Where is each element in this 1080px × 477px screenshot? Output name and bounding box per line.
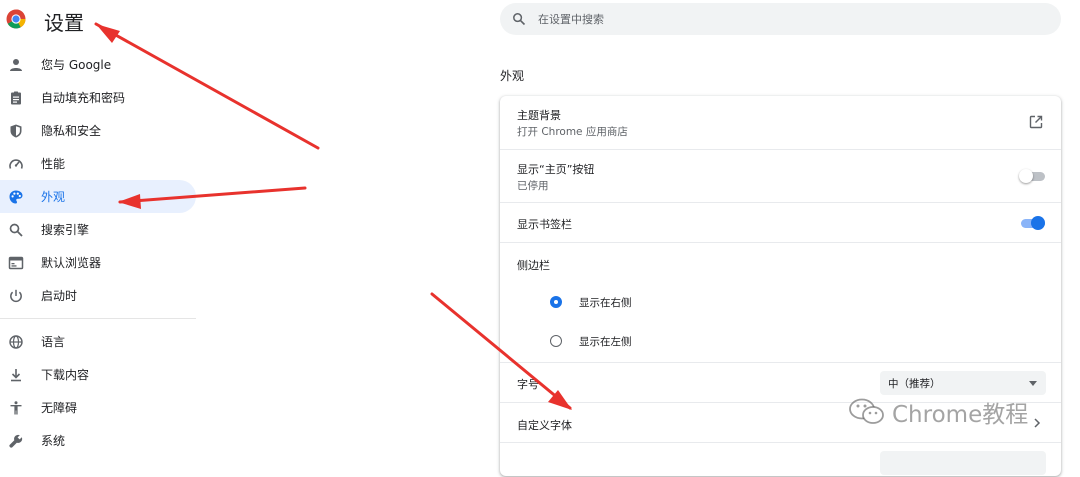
search-bar xyxy=(500,3,1061,35)
font-size-row: 字号 中（推荐） xyxy=(500,362,1061,403)
home-button-title: 显示“主页”按钮 xyxy=(517,163,595,176)
download-icon xyxy=(8,367,24,383)
search-input[interactable] xyxy=(536,11,1020,27)
sidebar-item-privacy[interactable]: 隐私和安全 xyxy=(0,114,196,147)
sidebar-item-downloads[interactable]: 下载内容 xyxy=(0,358,196,391)
shield-icon xyxy=(8,123,24,139)
sidebar-item-label: 您与 Google xyxy=(41,58,112,72)
appearance-card: 主题背景 打开 Chrome 应用商店 显示“主页”按钮 已停用 显示书签栏 侧… xyxy=(500,96,1061,476)
section-title: 外观 xyxy=(500,69,525,83)
sidebar-item-label: 无障碍 xyxy=(41,401,78,415)
browser-window-icon xyxy=(8,255,24,271)
palette-icon xyxy=(8,189,24,205)
sidebar-item-system[interactable]: 系统 xyxy=(0,424,196,457)
sidebar-item-you-and-google[interactable]: 您与 Google xyxy=(0,48,196,81)
bookmarks-bar-toggle[interactable] xyxy=(1019,216,1045,230)
sidebar-item-default-browser[interactable]: 默认浏览器 xyxy=(0,246,196,279)
sidebar-item-label: 隐私和安全 xyxy=(41,124,102,138)
sidebar-item-label: 外观 xyxy=(41,190,66,204)
side-panel-title: 侧边栏 xyxy=(517,259,550,272)
side-panel-left-radio[interactable] xyxy=(550,335,562,347)
person-icon xyxy=(8,57,24,73)
sidebar-item-languages[interactable]: 语言 xyxy=(0,325,196,358)
speedometer-icon xyxy=(8,156,24,172)
sidebar-item-label: 系统 xyxy=(41,434,66,448)
theme-subtitle: 打开 Chrome 应用商店 xyxy=(517,126,628,138)
sidebar-item-label: 启动时 xyxy=(41,289,78,303)
sidebar-item-search-engine[interactable]: 搜索引擎 xyxy=(0,213,196,246)
side-panel-right-label: 显示在右侧 xyxy=(579,297,632,309)
font-size-title: 字号 xyxy=(517,378,539,391)
theme-title: 主题背景 xyxy=(517,109,561,122)
custom-fonts-row[interactable]: 自定义字体 xyxy=(500,402,1061,443)
sidebar-divider xyxy=(0,318,196,319)
clipboard-icon xyxy=(8,90,24,106)
globe-icon xyxy=(8,334,24,350)
sidebar-item-on-startup[interactable]: 启动时 xyxy=(0,279,196,312)
page-title: 设置 xyxy=(44,11,84,35)
page-zoom-row xyxy=(500,442,1061,477)
bookmarks-bar-row: 显示书签栏 xyxy=(500,202,1061,243)
font-size-value: 中（推荐） xyxy=(888,378,941,390)
sidebar-item-label: 搜索引擎 xyxy=(41,223,90,237)
sidebar-item-appearance[interactable]: 外观 xyxy=(0,180,196,213)
home-button-row: 显示“主页”按钮 已停用 xyxy=(500,149,1061,203)
custom-fonts-title: 自定义字体 xyxy=(517,419,572,432)
search-icon xyxy=(512,12,526,26)
chrome-logo-icon xyxy=(6,9,26,29)
search-icon xyxy=(8,222,24,238)
open-external-icon[interactable] xyxy=(1029,115,1043,129)
sidebar-item-label: 下载内容 xyxy=(41,368,90,382)
font-size-select[interactable]: 中（推荐） xyxy=(880,371,1046,395)
sidebar-item-accessibility[interactable]: 无障碍 xyxy=(0,391,196,424)
sidebar-item-label: 默认浏览器 xyxy=(41,256,102,270)
home-button-subtitle: 已停用 xyxy=(517,180,549,192)
sidebar-item-label: 自动填充和密码 xyxy=(41,91,126,105)
power-icon xyxy=(8,288,24,304)
home-button-toggle[interactable] xyxy=(1019,169,1045,183)
side-panel-left-label: 显示在左侧 xyxy=(579,336,632,348)
sidebar-item-performance[interactable]: 性能 xyxy=(0,147,196,180)
sidebar-item-autofill[interactable]: 自动填充和密码 xyxy=(0,81,196,114)
page-zoom-select[interactable] xyxy=(880,451,1046,475)
sidebar: 您与 Google 自动填充和密码 隐私和安全 性能 外观 搜索引擎 默认浏览器… xyxy=(0,48,196,457)
sidebar-item-label: 语言 xyxy=(41,335,66,349)
accessibility-icon xyxy=(8,400,24,416)
wrench-icon xyxy=(8,433,24,449)
sidebar-item-label: 性能 xyxy=(41,157,66,171)
bookmarks-bar-title: 显示书签栏 xyxy=(517,218,572,231)
theme-row[interactable]: 主题背景 打开 Chrome 应用商店 xyxy=(500,96,1061,149)
side-panel-row: 侧边栏 显示在右侧 显示在左侧 xyxy=(500,242,1061,363)
side-panel-right-radio[interactable] xyxy=(550,296,562,308)
chevron-down-icon xyxy=(1029,381,1037,386)
chevron-right-icon xyxy=(1034,418,1041,428)
